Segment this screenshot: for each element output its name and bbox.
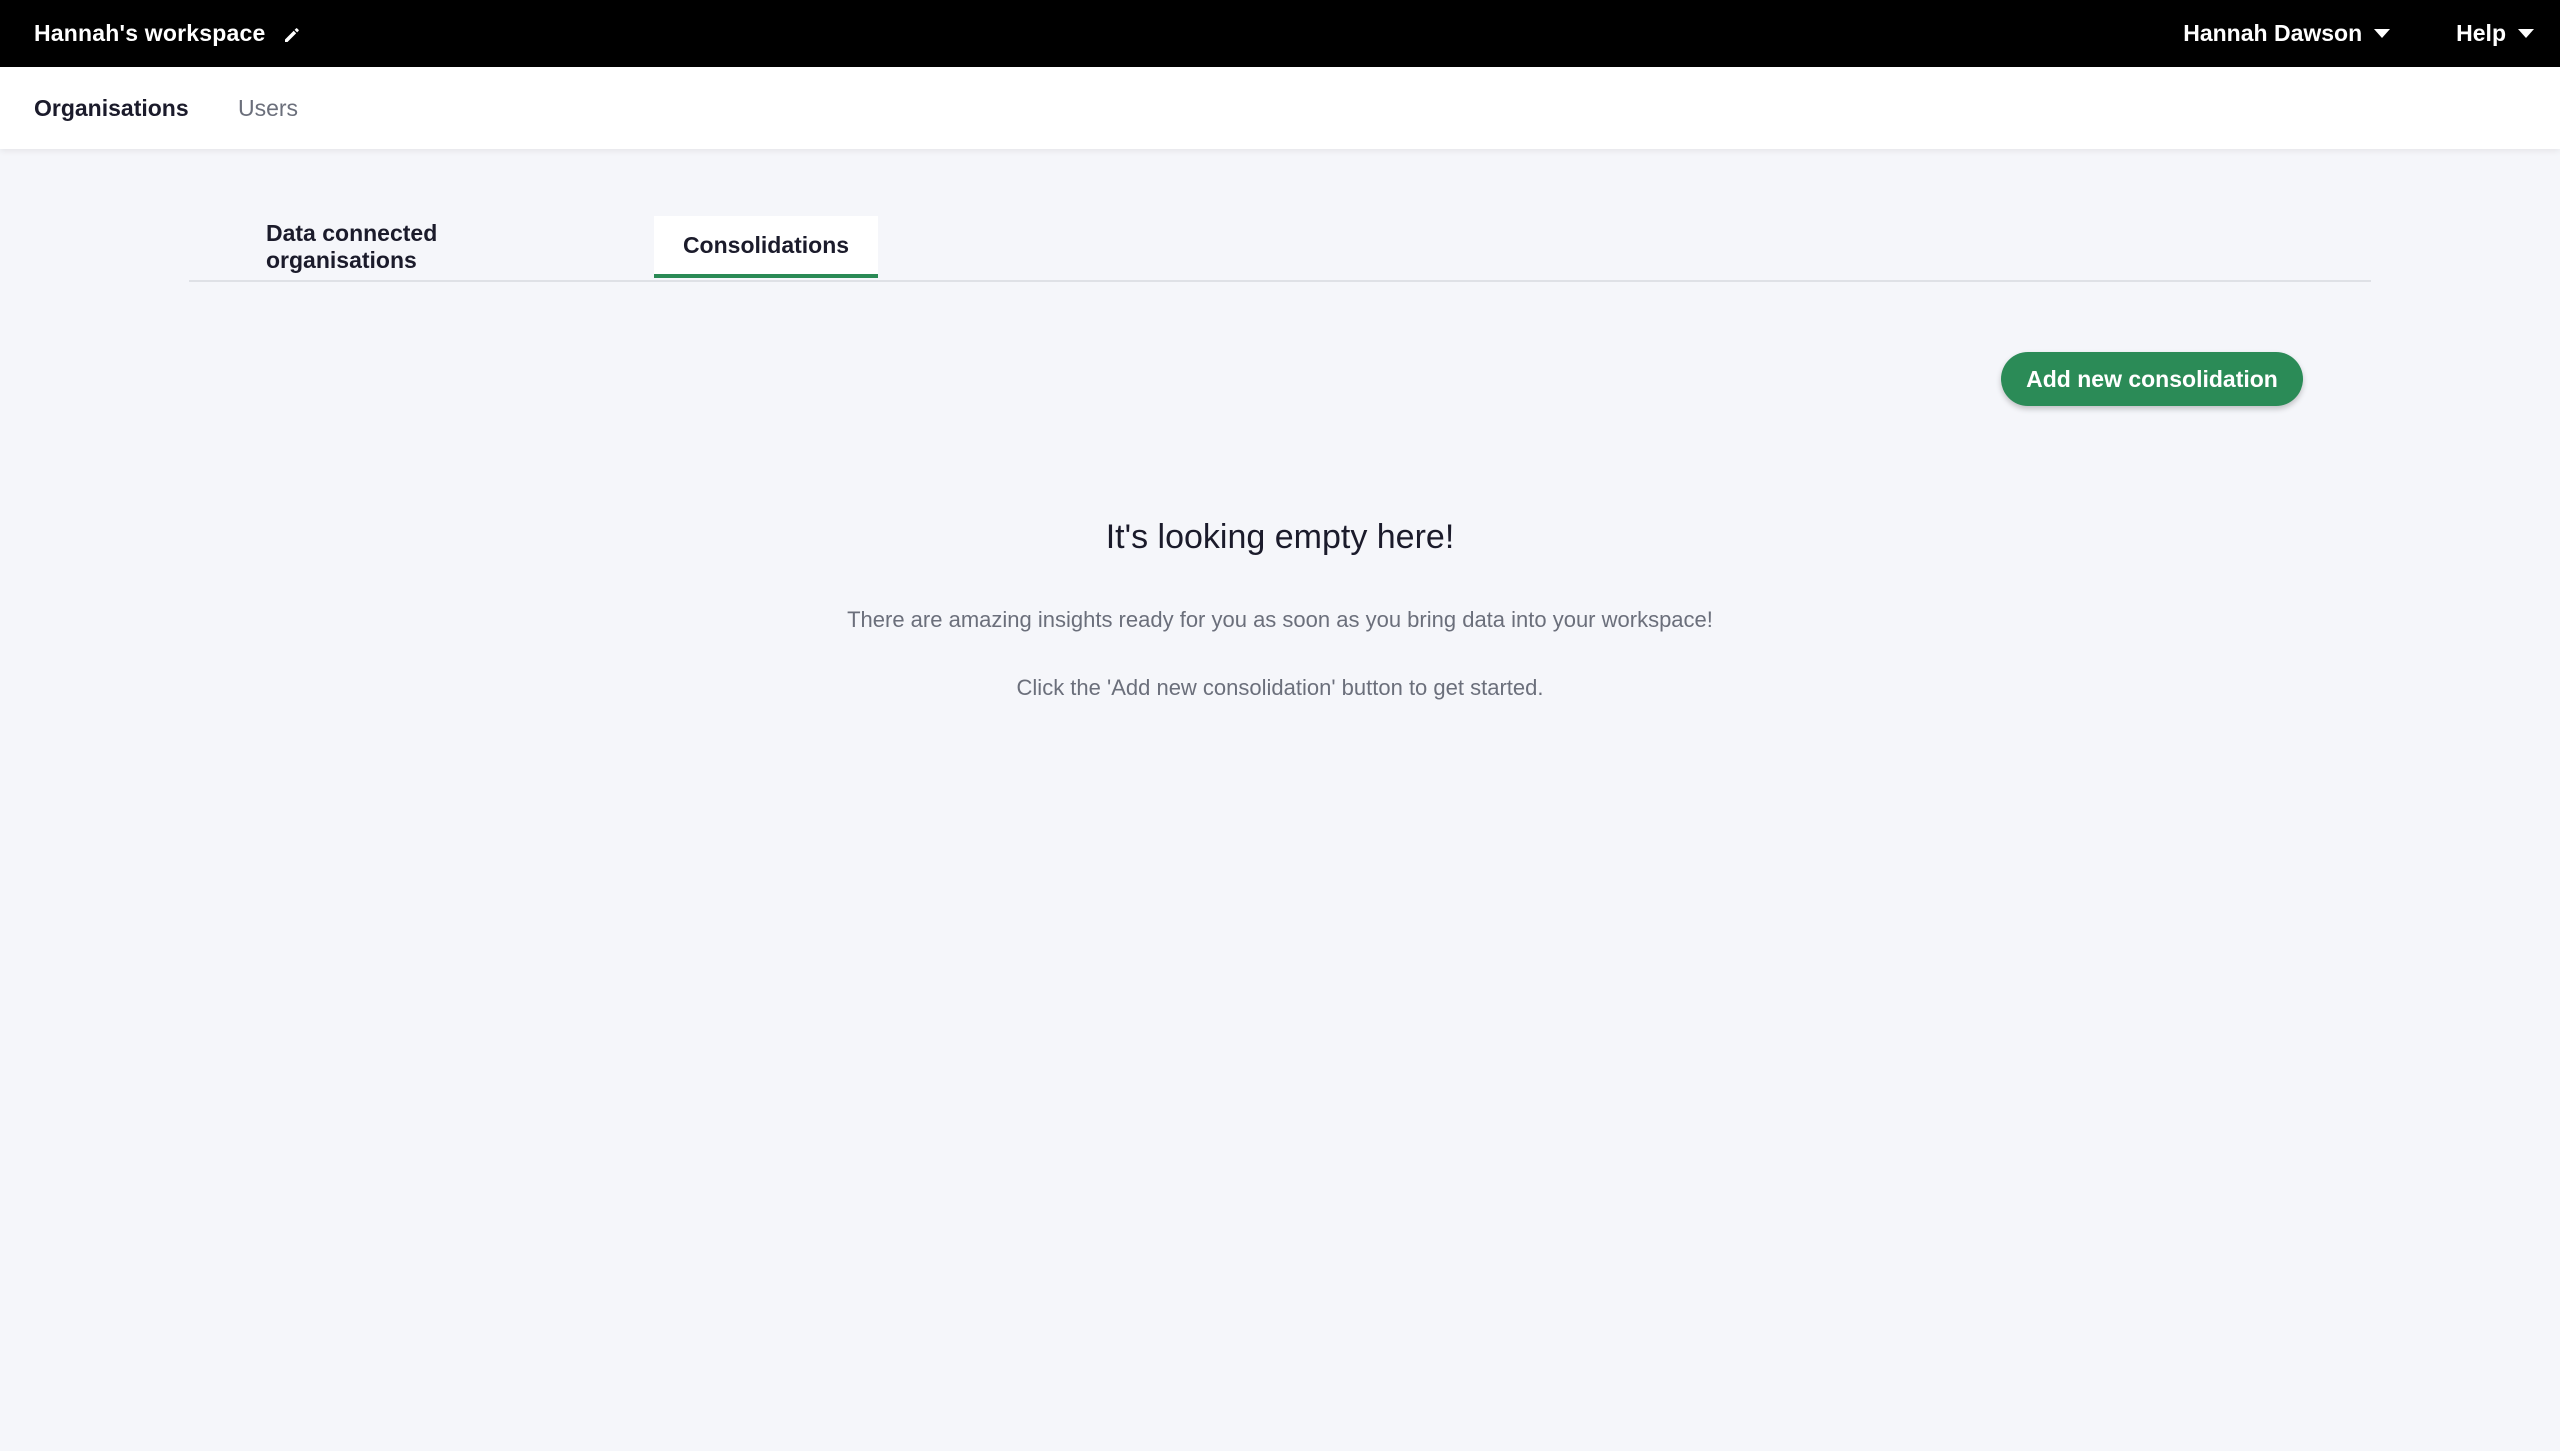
help-menu-label: Help <box>2456 20 2506 46</box>
workspace-title-text[interactable]: Hannah's workspace <box>34 20 266 47</box>
add-new-consolidation-button[interactable]: Add new consolidation <box>2001 352 2303 406</box>
pencil-icon[interactable] <box>282 24 302 44</box>
empty-state-title: It's looking empty here! <box>1105 518 1455 556</box>
user-menu[interactable]: Hannah Dawson <box>2183 20 2391 47</box>
nav-item-organisations[interactable]: Organisations <box>34 67 189 149</box>
top-right-menus: Hannah Dawson Help <box>2183 0 2534 67</box>
help-menu[interactable]: Help <box>2456 20 2534 47</box>
nav-item-users[interactable]: Users <box>238 67 298 149</box>
workspace-title[interactable]: Hannah's workspace <box>34 0 302 67</box>
empty-state-instruction: Click the 'Add new consolidation' button… <box>1016 675 1544 700</box>
empty-state-description: There are amazing insights ready for you… <box>847 607 1713 632</box>
sub-navigation: Organisations Users <box>0 67 2560 149</box>
user-menu-label: Hannah Dawson <box>2183 20 2363 46</box>
tab-bar: Data connected organisations Consolidati… <box>189 216 2371 282</box>
top-bar: Hannah's workspace Hannah Dawson Help <box>0 0 2560 67</box>
tab-consolidations[interactable]: Consolidations <box>654 216 878 278</box>
chevron-down-icon <box>2374 29 2391 38</box>
chevron-down-icon <box>2518 29 2534 38</box>
tab-data-connected-organisations[interactable]: Data connected organisations <box>266 216 566 278</box>
